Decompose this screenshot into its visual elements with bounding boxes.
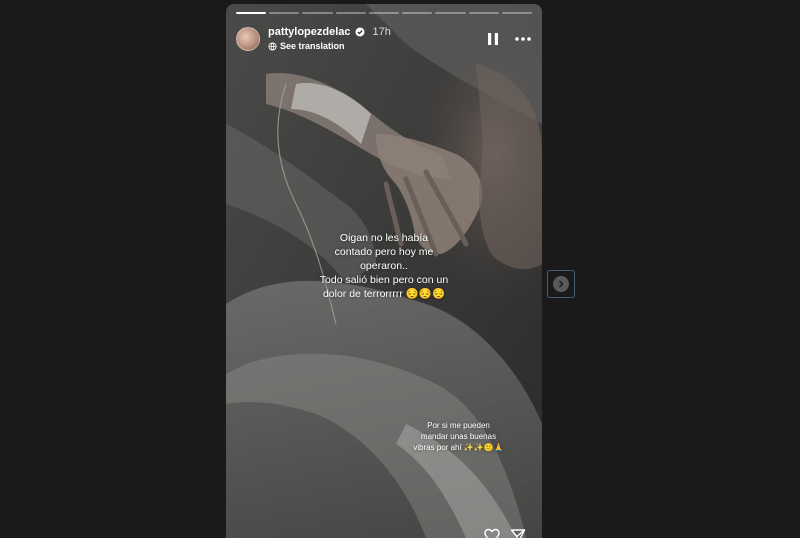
story-caption: Oigan no les había contado pero hoy me o… (226, 231, 542, 301)
more-options-icon (515, 37, 531, 41)
story-secondary-caption: Por si me pueden mandar unas buenas vibr… (396, 420, 521, 453)
next-circle (553, 276, 569, 292)
progress-segment (368, 12, 400, 14)
progress-segment (435, 12, 466, 14)
avatar[interactable] (236, 27, 260, 51)
caption-line: Por si me pueden (427, 421, 490, 430)
verified-badge-icon (355, 27, 365, 37)
caption-line: Oigan no les había (339, 232, 429, 244)
progress-segment (236, 12, 267, 14)
progress-segment (335, 12, 366, 14)
pause-icon (488, 33, 498, 45)
next-story-button[interactable] (547, 270, 575, 298)
story-viewer: pattylopezdelac 17h See translation Oiga… (0, 0, 800, 538)
caption-line: Todo salió bien pero con un (319, 274, 449, 286)
story-meta: pattylopezdelac 17h See translation (268, 26, 391, 52)
see-translation-label: See translation (280, 41, 345, 51)
caption-line: vibras por ahí ✨✨🙂🙏 (413, 443, 504, 452)
progress-segment (501, 12, 532, 14)
post-time: 17h (372, 26, 391, 38)
story-header: pattylopezdelac 17h See translation (236, 24, 532, 54)
progress-segment (269, 12, 300, 14)
progress-segment (302, 12, 333, 14)
more-options-button[interactable] (514, 30, 532, 48)
caption-line: mandar unas buenas (420, 432, 497, 441)
caption-line: contado pero hoy me (334, 246, 434, 258)
progress-segment (468, 12, 499, 14)
story-card[interactable]: pattylopezdelac 17h See translation Oiga… (226, 4, 542, 538)
story-footer (484, 528, 526, 538)
progress-segment (402, 12, 433, 14)
username[interactable]: pattylopezdelac (268, 26, 351, 38)
pause-button[interactable] (484, 30, 502, 48)
globe-icon (268, 41, 277, 51)
progress-fill (236, 12, 267, 14)
caption-line: operaron.. (360, 260, 408, 272)
heart-icon[interactable] (484, 528, 500, 538)
send-icon[interactable] (510, 528, 526, 538)
chevron-right-icon (558, 280, 564, 288)
see-translation-button[interactable]: See translation (268, 40, 391, 52)
story-progress (236, 12, 532, 14)
caption-line: dolor de terrorrrrr 😔😔😔 (322, 288, 446, 300)
story-controls (484, 30, 532, 48)
